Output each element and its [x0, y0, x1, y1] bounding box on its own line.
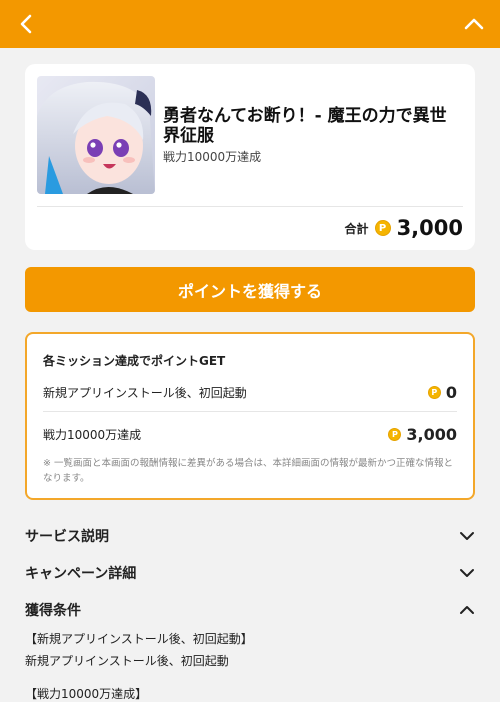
chevron-down-icon: [460, 532, 474, 540]
offer-title: 勇者なんてお断り！- 魔王の力で異世界征服: [163, 106, 447, 146]
point-coin-icon: P: [388, 427, 402, 441]
chevron-down-icon: [460, 569, 474, 577]
divider: [43, 411, 457, 412]
top-bar: [0, 0, 500, 48]
collapse-button[interactable]: [460, 10, 488, 38]
mission-heading: 各ミッション達成でポイントGET: [43, 354, 226, 368]
total-row: 合計 P 3,000: [345, 216, 463, 240]
condition-heading: 【戦力10000万達成】: [25, 687, 148, 701]
section-title: サービス説明: [25, 529, 109, 545]
get-points-button[interactable]: ポイントを獲得する: [25, 267, 475, 312]
section-campaign-details[interactable]: キャンペーン詳細: [25, 560, 475, 586]
mission-label: 新規アプリインストール後、初回起動: [43, 385, 247, 400]
offer-card: 勇者なんてお断り！- 魔王の力で異世界征服 戦力10000万達成 合計 P 3,…: [25, 64, 475, 250]
section-title: 獲得条件: [25, 603, 81, 619]
chevron-up-icon: [464, 18, 484, 30]
game-thumbnail[interactable]: [37, 76, 155, 194]
section-service-description[interactable]: サービス説明: [25, 523, 475, 549]
mission-points: P 0: [427, 382, 457, 402]
chevron-left-icon: [20, 14, 32, 34]
divider: [37, 206, 463, 207]
mission-item: 新規アプリインストール後、初回起動 P 0: [43, 380, 457, 404]
back-button[interactable]: [12, 10, 40, 38]
mission-points-value: 3,000: [406, 424, 457, 444]
section-acquisition-conditions[interactable]: 獲得条件: [25, 597, 475, 623]
condition-heading: 【新規アプリインストール後、初回起動】: [25, 632, 253, 646]
condition-text: 新規アプリインストール後、初回起動: [25, 654, 229, 668]
point-coin-icon: P: [427, 385, 441, 399]
mission-item: 戦力10000万達成 P 3,000: [43, 422, 457, 446]
notice-text: ※ 一覧画面と本画面の報酬情報に差異がある場合は、本詳細画面の情報が最新かつ正確…: [43, 458, 453, 484]
mission-box: 各ミッション達成でポイントGET 新規アプリインストール後、初回起動 P 0 戦…: [25, 332, 475, 500]
mission-points: P 3,000: [388, 425, 457, 444]
mission-points-value: 0: [445, 382, 457, 402]
offer-subtitle: 戦力10000万達成: [163, 150, 262, 164]
total-label: 合計: [344, 221, 369, 236]
section-title: キャンペーン詳細: [25, 566, 137, 582]
total-points: 3,000: [396, 216, 463, 240]
chevron-up-icon: [460, 606, 474, 614]
point-coin-icon: P: [374, 220, 391, 236]
mission-label: 戦力10000万達成: [43, 427, 142, 442]
